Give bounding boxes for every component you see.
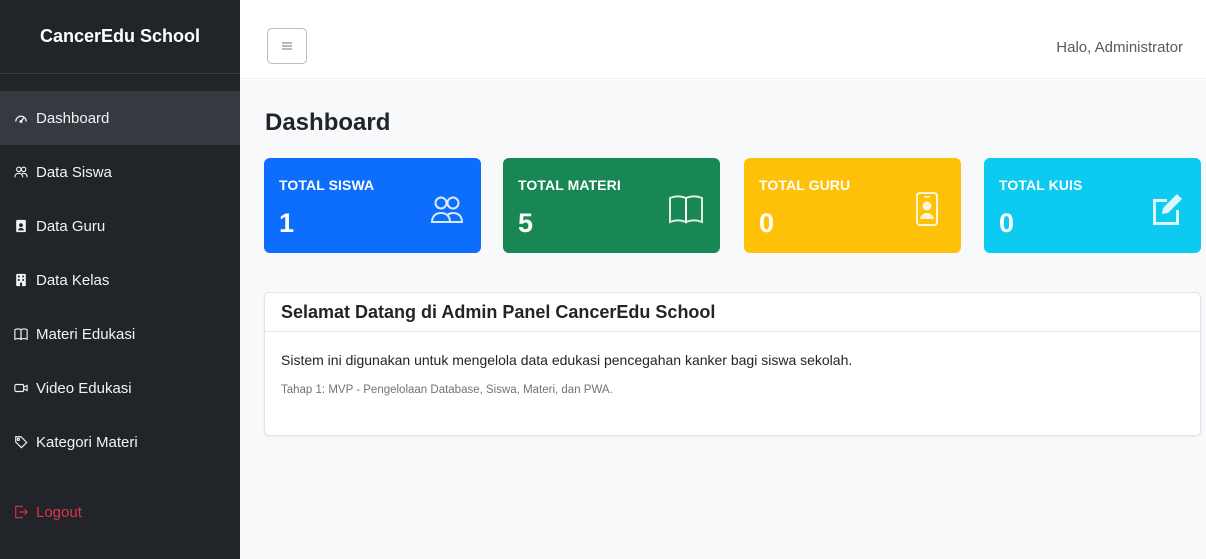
sidebar-item-dashboard[interactable]: Dashboard	[0, 91, 240, 145]
sidebar-item-data-kelas[interactable]: Data Kelas	[0, 253, 240, 307]
stat-card-label: TOTAL GURU	[759, 177, 851, 193]
page-title: Dashboard	[265, 109, 391, 136]
stat-card-value: 1	[279, 208, 295, 238]
sidebar-item-label: Kategori Materi	[36, 433, 138, 451]
sidebar-nav: Dashboard Data Siswa Data Guru Data Kela…	[0, 91, 240, 539]
sidebar-toggle-button[interactable]	[267, 28, 307, 64]
sidebar-item-label: Data Guru	[36, 217, 106, 235]
stat-card-value: 0	[999, 208, 1015, 238]
box-arrow-right-icon	[12, 503, 30, 521]
tag-icon	[12, 433, 30, 451]
stat-card-total-siswa[interactable]: TOTAL SISWA 1	[264, 158, 481, 253]
sidebar-item-data-siswa[interactable]: Data Siswa	[0, 145, 240, 199]
sidebar-item-data-guru[interactable]: Data Guru	[0, 199, 240, 253]
pencil-square-icon	[1149, 191, 1185, 227]
welcome-description: Sistem ini digunakan untuk mengelola dat…	[281, 352, 853, 368]
stat-card-value: 5	[518, 208, 534, 238]
topbar: Halo, Administrator	[240, 0, 1206, 79]
sidebar-item-label: Video Edukasi	[36, 379, 132, 397]
stat-card-label: TOTAL MATERI	[518, 177, 621, 193]
stat-card-value: 0	[759, 208, 775, 238]
stat-card-total-guru[interactable]: TOTAL GURU 0	[744, 158, 961, 253]
building-icon	[12, 271, 30, 289]
main-content: Dashboard TOTAL SISWA 1 TOTAL MATERI 5 T…	[240, 80, 1206, 559]
stat-card-total-kuis[interactable]: TOTAL KUIS 0	[984, 158, 1201, 253]
person-badge-icon	[909, 191, 945, 227]
book-icon	[12, 325, 30, 343]
welcome-card-title: Selamat Datang di Admin Panel CancerEdu …	[265, 293, 1200, 332]
stat-card-label: TOTAL SISWA	[279, 177, 375, 193]
hamburger-menu-icon	[282, 39, 292, 54]
sidebar-item-label: Data Siswa	[36, 163, 112, 181]
sidebar-item-logout[interactable]: Logout	[0, 485, 240, 539]
stat-card-label: TOTAL KUIS	[999, 177, 1083, 193]
user-greeting: Halo, Administrator	[1056, 39, 1183, 56]
speedometer-icon	[12, 109, 30, 127]
people-icon	[429, 191, 465, 227]
welcome-card: Selamat Datang di Admin Panel CancerEdu …	[264, 292, 1201, 436]
sidebar-item-label: Data Kelas	[36, 271, 110, 289]
sidebar-item-materi-edukasi[interactable]: Materi Edukasi	[0, 307, 240, 361]
sidebar-item-video-edukasi[interactable]: Video Edukasi	[0, 361, 240, 415]
welcome-card-body: Sistem ini digunakan untuk mengelola dat…	[265, 332, 1200, 396]
book-icon	[668, 191, 704, 227]
person-badge-icon	[12, 217, 30, 235]
people-icon	[12, 163, 30, 181]
sidebar-item-label: Dashboard	[36, 109, 110, 127]
welcome-stage-note: Tahap 1: MVP - Pengelolaan Database, Sis…	[281, 384, 613, 396]
brand-title[interactable]: CancerEdu School	[0, 0, 240, 74]
sidebar-item-label: Materi Edukasi	[36, 325, 136, 343]
stat-card-total-materi[interactable]: TOTAL MATERI 5	[503, 158, 720, 253]
sidebar-item-kategori-materi[interactable]: Kategori Materi	[0, 415, 240, 469]
camera-video-icon	[12, 379, 30, 397]
sidebar-item-label: Logout	[36, 503, 82, 521]
sidebar: CancerEdu School Dashboard Data Siswa Da…	[0, 0, 240, 559]
